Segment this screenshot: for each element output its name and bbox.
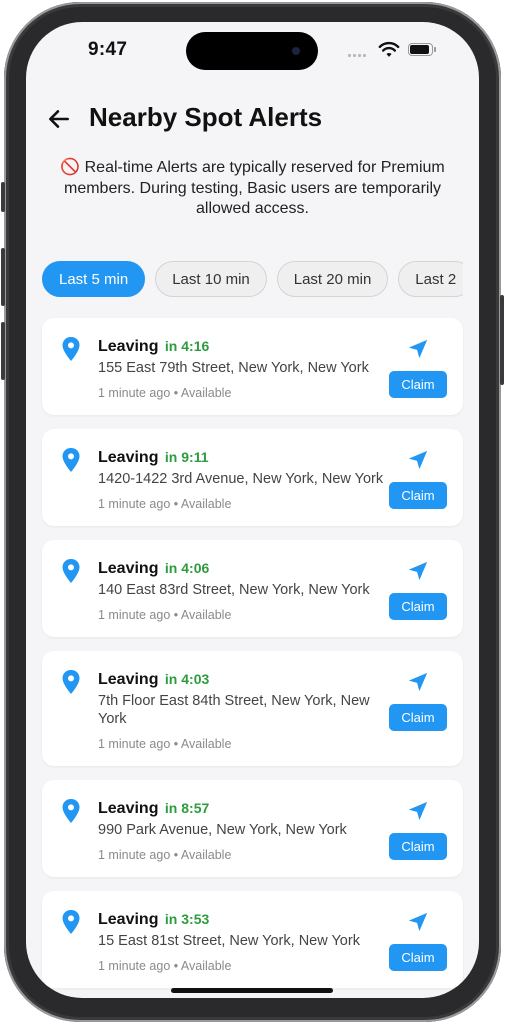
navigation-arrow-icon[interactable] [407,338,429,360]
alert-meta: 1 minute ago • Available [98,608,232,622]
alert-address: 155 East 79th Street, New York, New York [98,360,369,376]
alert-eta: in 4:06 [164,560,210,576]
alert-card[interactable]: Leaving in 4:06 140 East 83rd Street, Ne… [42,540,463,637]
navigation-arrow-icon[interactable] [407,800,429,822]
alert-address: 140 East 83rd Street, New York, New York [98,582,370,598]
location-pin-icon [62,448,80,472]
alert-meta: 1 minute ago • Available [98,737,232,751]
back-arrow-icon[interactable] [46,106,72,132]
alert-address: 15 East 81st Street, New York, New York [98,933,360,949]
alert-card[interactable]: Leaving in 8:57 990 Park Avenue, New Yor… [42,780,463,877]
filter-chip-last-20-min[interactable]: Last 20 min [276,261,389,297]
alert-status: Leaving in 4:06 [98,560,210,577]
filter-chip-last-2[interactable]: Last 2 [398,261,463,297]
alert-eta: in 9:11 [164,449,209,465]
alert-status: Leaving in 9:11 [98,449,209,466]
claim-button[interactable]: Claim [389,833,447,860]
claim-button[interactable]: Claim [389,944,447,971]
alert-meta: 1 minute ago • Available [98,497,232,511]
cellular-signal-icon [348,51,370,57]
battery-icon [408,43,438,57]
alert-card[interactable]: Leaving in 4:03 7th Floor East 84th Stre… [42,651,463,766]
location-pin-icon [62,910,80,934]
alert-meta: 1 minute ago • Available [98,959,232,973]
alert-address: 1420-1422 3rd Avenue, New York, New York [98,471,384,487]
alert-eta: in 4:03 [164,671,210,687]
navigation-arrow-icon[interactable] [407,560,429,582]
alerts-list: Leaving in 4:16 155 East 79th Street, Ne… [42,318,463,998]
mute-switch [1,182,5,212]
alert-meta: 1 minute ago • Available [98,848,232,862]
alert-status: Leaving in 4:16 [98,338,210,355]
claim-button[interactable]: Claim [389,704,447,731]
navigation-arrow-icon[interactable] [407,449,429,471]
header: Nearby Spot Alerts [26,100,479,144]
alert-status: Leaving in 3:53 [98,911,210,928]
location-pin-icon [62,670,80,694]
alert-status: Leaving in 8:57 [98,800,210,817]
volume-down-button [1,322,5,380]
dynamic-island [186,32,318,70]
camera-icon [292,47,300,55]
wifi-icon [378,41,400,57]
location-pin-icon [62,559,80,583]
volume-up-button [1,248,5,306]
alert-status: Leaving in 4:03 [98,671,210,688]
alert-eta: in 4:16 [164,338,210,354]
status-bar: 9:47 [26,22,479,82]
alert-eta: in 8:57 [164,800,210,816]
premium-notice: 🚫 Real-time Alerts are typically reserve… [60,159,445,217]
alert-card[interactable]: Leaving in 3:53 15 East 81st Street, New… [42,891,463,988]
alert-meta: 1 minute ago • Available [98,386,232,400]
location-pin-icon [62,799,80,823]
filter-chip-last-5-min[interactable]: Last 5 min [42,261,146,297]
navigation-arrow-icon[interactable] [407,671,429,693]
alert-card[interactable]: Leaving in 4:16 155 East 79th Street, Ne… [42,318,463,415]
location-pin-icon [62,337,80,361]
page-title: Nearby Spot Alerts [89,102,323,132]
claim-button[interactable]: Claim [389,593,447,620]
filter-chip-last-10-min[interactable]: Last 10 min [155,261,267,297]
home-indicator[interactable] [171,988,333,993]
power-button [500,295,504,385]
status-time: 9:47 [88,39,128,60]
alert-card[interactable]: Leaving in 9:11 1420-1422 3rd Avenue, Ne… [42,429,463,526]
alert-address: 7th Floor East 84th Street, New York, Ne… [98,693,370,727]
screen: 9:47 Nearby Spot Alerts 🚫 Real-time Aler… [26,22,479,998]
claim-button[interactable]: Claim [389,371,447,398]
claim-button[interactable]: Claim [389,482,447,509]
alert-address: 990 Park Avenue, New York, New York [98,822,347,838]
navigation-arrow-icon[interactable] [407,911,429,933]
time-filter-chips: Last 5 min Last 10 min Last 20 min Last 2 [42,261,463,299]
alert-eta: in 3:53 [164,911,210,927]
